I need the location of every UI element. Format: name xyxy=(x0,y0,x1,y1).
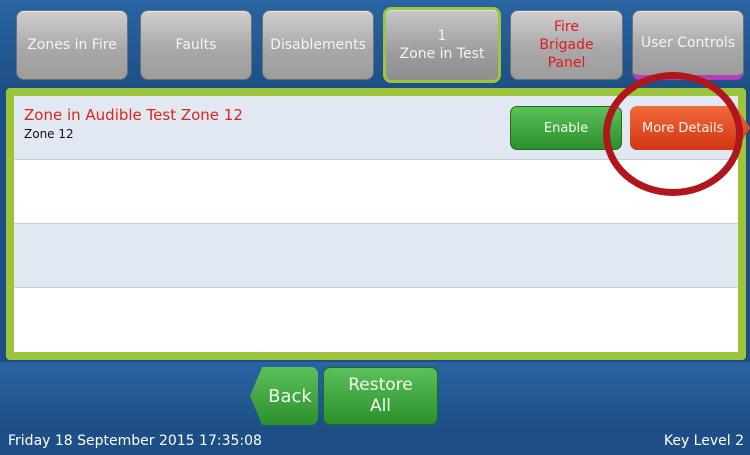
restore-all-line2: All xyxy=(369,396,392,416)
tab-fire-brigade-line2: Brigade xyxy=(539,37,594,53)
tab-fire-brigade-line1: Fire xyxy=(554,19,579,35)
list-item[interactable]: Zone in Audible Test Zone 12 Zone 12 Ena… xyxy=(14,96,750,160)
status-bar: Friday 18 September 2015 17:35:08 Key Le… xyxy=(0,428,750,455)
enable-button[interactable]: Enable xyxy=(510,106,622,150)
tab-faults-label: Faults xyxy=(175,37,217,53)
list-item-title: Zone in Audible Test Zone 12 xyxy=(24,106,243,124)
status-datetime: Friday 18 September 2015 17:35:08 xyxy=(8,433,262,449)
more-details-button-label: More Details xyxy=(642,120,724,136)
zone-in-test-count: 1 xyxy=(437,28,447,44)
tab-zone-in-test-label: Zone in Test xyxy=(399,46,485,62)
tab-zones-in-fire-label: Zones in Fire xyxy=(27,37,117,53)
zone-test-list: Zone in Audible Test Zone 12 Zone 12 Ena… xyxy=(14,96,750,352)
enable-button-label: Enable xyxy=(543,120,589,136)
tab-fire-brigade-panel[interactable]: Fire Brigade Panel xyxy=(510,10,623,80)
tab-zones-in-fire[interactable]: Zones in Fire xyxy=(16,10,128,80)
restore-all-button[interactable]: Restore All xyxy=(323,367,438,425)
bottom-action-bar: Back Restore All xyxy=(0,362,750,428)
list-item-subtitle: Zone 12 xyxy=(24,127,74,141)
more-details-button[interactable]: More Details xyxy=(630,106,750,150)
tab-user-controls-label: User Controls xyxy=(640,35,736,51)
tab-disablements[interactable]: Disablements xyxy=(262,10,374,80)
back-button[interactable]: Back xyxy=(250,367,318,425)
list-item-empty xyxy=(14,160,738,224)
tab-faults[interactable]: Faults xyxy=(140,10,252,80)
list-item-empty xyxy=(14,288,738,352)
tab-zone-in-test[interactable]: 1 Zone in Test xyxy=(383,7,501,83)
tab-fire-brigade-line3: Panel xyxy=(547,55,586,71)
top-tab-bar: Zones in Fire Faults Disablements 1 Zone… xyxy=(0,0,750,88)
tab-user-controls[interactable]: User Controls xyxy=(632,10,744,80)
list-item-empty xyxy=(14,224,738,288)
tab-disablements-label: Disablements xyxy=(270,37,366,53)
zone-test-panel: Zone in Audible Test Zone 12 Zone 12 Ena… xyxy=(6,88,750,360)
back-button-label: Back xyxy=(268,385,312,407)
status-key-level: Key Level 2 xyxy=(663,433,744,449)
restore-all-line1: Restore xyxy=(348,375,413,395)
